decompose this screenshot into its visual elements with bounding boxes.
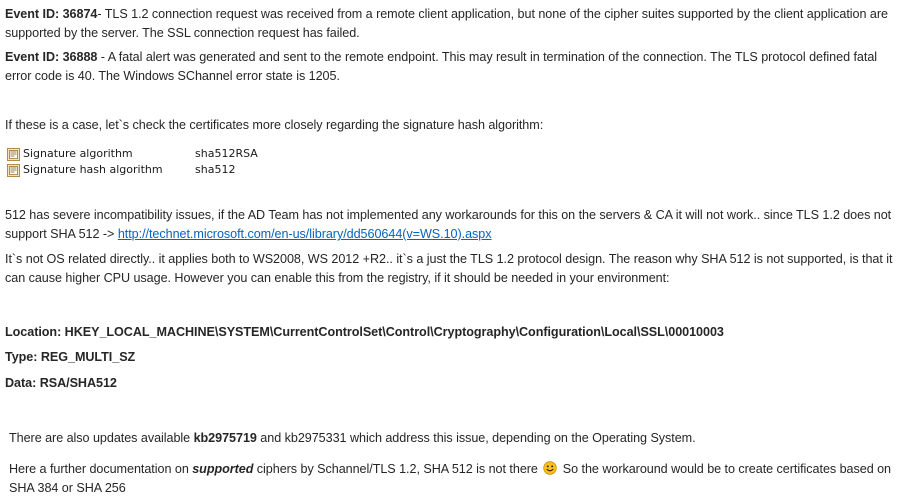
documentation-part1: Here a further documentation on: [9, 462, 193, 476]
event-36874-description: - TLS 1.2 connection request was receive…: [5, 7, 888, 40]
registry-type-label: Type:: [5, 350, 38, 364]
certificate-detail-row: Signature algorithm sha512RSA: [7, 146, 258, 162]
smiley-face-emoji: [543, 461, 558, 475]
registry-type-value: REG_MULTI_SZ: [37, 350, 136, 364]
updates-middle: and kb2975331 which address this issue, …: [256, 431, 696, 445]
certificate-field-value: sha512: [195, 163, 236, 176]
certificate-field-value: sha512RSA: [195, 147, 258, 160]
registry-type-line: Type: REG_MULTI_SZ: [5, 348, 898, 367]
documentation-paragraph: Here a further documentation on supporte…: [9, 460, 899, 498]
certificate-field-icon: [7, 147, 20, 161]
updates-prefix: There are also updates available: [9, 431, 194, 445]
os-relation-paragraph: It`s not OS related directly.. it applie…: [5, 252, 893, 285]
intro-paragraph: If these is a case, let`s check the cert…: [5, 118, 544, 132]
registry-data-label: Data:: [5, 376, 37, 390]
documentation-part2: ciphers by Schannel/TLS 1.2, SHA 512 is …: [253, 462, 542, 476]
sha512-incompatibility-paragraph: 512 has severe incompatibility issues, i…: [5, 206, 898, 244]
event-36888-id: Event ID: 36888: [5, 50, 98, 64]
supported-emphasis: supported: [192, 462, 254, 476]
registry-location-label: Location:: [5, 325, 62, 339]
technet-documentation-link[interactable]: http://technet.microsoft.com/en-us/libra…: [118, 227, 492, 241]
certificate-field-icon: [7, 163, 20, 177]
registry-location-value: HKEY_LOCAL_MACHINE\SYSTEM\CurrentControl…: [61, 325, 724, 339]
event-36888-description: - A fatal alert was generated and sent t…: [5, 50, 878, 83]
certificate-details-list: Signature algorithm sha512RSA Signature …: [7, 146, 258, 178]
registry-data-value: RSA/SHA512: [36, 376, 117, 390]
registry-data-line: Data: RSA/SHA512: [5, 374, 898, 393]
certificate-field-name: Signature hash algorithm: [23, 163, 163, 176]
event-36874-paragraph: Event ID: 36874- TLS 1.2 connection requ…: [5, 5, 898, 43]
certificate-detail-row: Signature hash algorithm sha512: [7, 162, 258, 178]
certificate-field-name: Signature algorithm: [23, 147, 133, 160]
event-36888-paragraph: Event ID: 36888 - A fatal alert was gene…: [5, 48, 898, 86]
updates-paragraph: There are also updates available kb29757…: [9, 429, 899, 448]
registry-location-line: Location: HKEY_LOCAL_MACHINE\SYSTEM\Curr…: [5, 323, 898, 342]
kb2975719-reference: kb2975719: [193, 431, 257, 445]
document-page: Event ID: 36874- TLS 1.2 connection requ…: [0, 0, 905, 502]
event-36874-id: Event ID: 36874: [5, 7, 98, 21]
